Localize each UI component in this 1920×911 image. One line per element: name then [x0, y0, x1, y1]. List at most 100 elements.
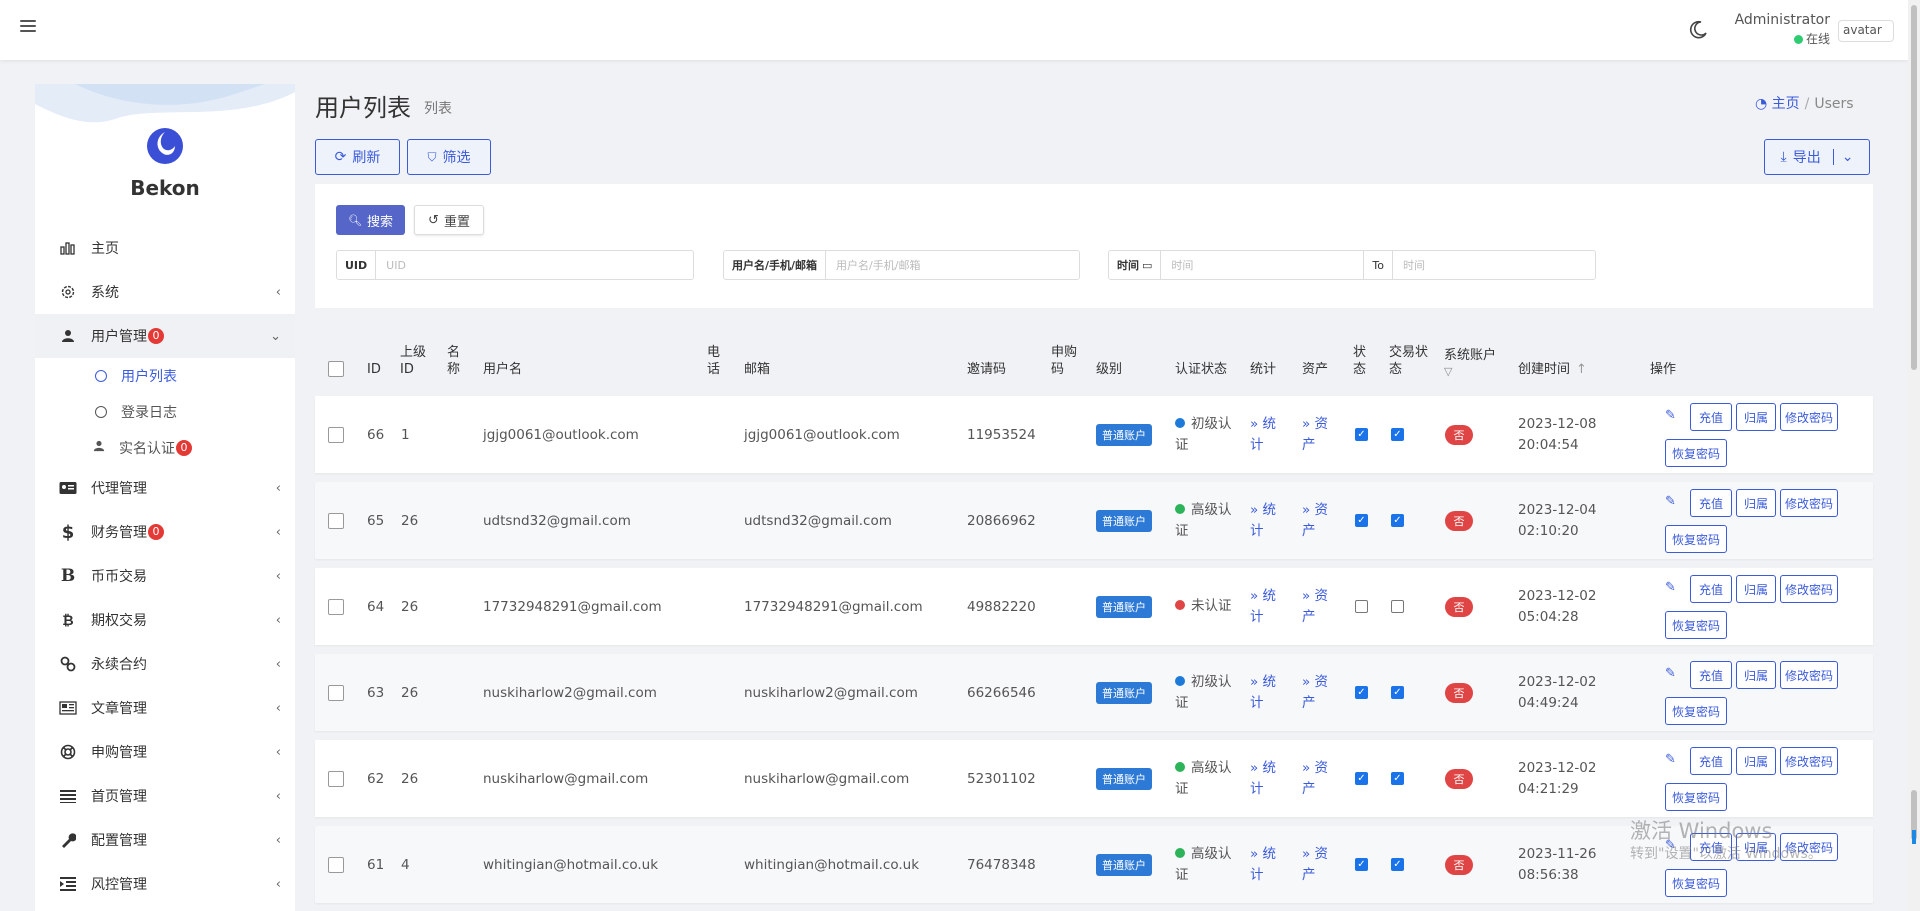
- recharge-button[interactable]: 充值: [1690, 489, 1732, 517]
- stats-link[interactable]: » 统计: [1250, 500, 1286, 541]
- th-created[interactable]: 创建时间 ↑: [1518, 330, 1587, 390]
- th-email[interactable]: 邮箱: [744, 330, 770, 390]
- edit-pencil-icon[interactable]: ✎: [1665, 666, 1679, 681]
- trade-status-checkbox[interactable]: ✓: [1391, 686, 1404, 699]
- th-id[interactable]: ID: [367, 330, 381, 390]
- funnel-icon[interactable]: ▽: [1444, 365, 1452, 379]
- reset-password-button[interactable]: 恢复密码: [1665, 611, 1727, 639]
- th-invite[interactable]: 邀请码: [967, 330, 1006, 390]
- change-password-button[interactable]: 修改密码: [1780, 747, 1838, 775]
- stats-link[interactable]: » 统计: [1250, 586, 1286, 627]
- owner-button[interactable]: 归属: [1736, 747, 1776, 775]
- th-trade-status[interactable]: 交易状态: [1389, 330, 1429, 390]
- sidebar-subitem-real-name-auth[interactable]: 实名认证 0: [35, 430, 295, 466]
- status-checkbox[interactable]: [1355, 600, 1368, 613]
- sidebar-item-subscription[interactable]: 申购管理 ‹: [35, 730, 295, 774]
- avatar[interactable]: avatar: [1838, 20, 1894, 42]
- assets-link[interactable]: » 资产: [1302, 758, 1338, 799]
- status-checkbox[interactable]: ✓: [1355, 686, 1368, 699]
- th-parent-id[interactable]: 上级ID: [400, 330, 430, 390]
- stats-link[interactable]: » 统计: [1250, 758, 1286, 799]
- sidebar-item-perpetual[interactable]: 永续合约 ‹: [35, 642, 295, 686]
- th-auth[interactable]: 认证状态: [1175, 330, 1227, 390]
- page-scrollbar[interactable]: [1908, 0, 1920, 911]
- search-button[interactable]: 🔍︎ 搜索: [336, 205, 405, 235]
- owner-button[interactable]: 归属: [1736, 489, 1776, 517]
- filter-button[interactable]: ⛉ 筛选: [407, 139, 491, 175]
- th-system-account[interactable]: 系统账户 ▽: [1444, 330, 1496, 390]
- sidebar-item-risk-control[interactable]: 风控管理 ‹: [35, 862, 295, 906]
- th-level[interactable]: 级别: [1096, 330, 1122, 390]
- row-checkbox[interactable]: [328, 598, 344, 615]
- change-password-button[interactable]: 修改密码: [1780, 489, 1838, 517]
- assets-link[interactable]: » 资产: [1302, 844, 1338, 885]
- sidebar-item-config[interactable]: 配置管理 ‹: [35, 818, 295, 862]
- dark-mode-moon-icon[interactable]: [1688, 20, 1708, 40]
- reset-button[interactable]: ↺ 重置: [414, 205, 484, 235]
- stats-link[interactable]: » 统计: [1250, 414, 1286, 455]
- edit-pencil-icon[interactable]: ✎: [1665, 752, 1679, 767]
- trade-status-checkbox[interactable]: ✓: [1391, 858, 1404, 871]
- th-name[interactable]: 名称: [447, 330, 463, 390]
- hamburger-menu-icon[interactable]: [20, 18, 36, 34]
- stats-link[interactable]: » 统计: [1250, 844, 1286, 885]
- assets-link[interactable]: » 资产: [1302, 586, 1338, 627]
- assets-link[interactable]: » 资产: [1302, 414, 1338, 455]
- th-username[interactable]: 用户名: [483, 330, 522, 390]
- reset-password-button[interactable]: 恢复密码: [1665, 869, 1727, 897]
- sidebar-item-agent-management[interactable]: 代理管理 ‹: [35, 466, 295, 510]
- row-checkbox[interactable]: [328, 512, 344, 529]
- owner-button[interactable]: 归属: [1736, 661, 1776, 689]
- time-start-input[interactable]: 时间: [1161, 251, 1365, 279]
- assets-link[interactable]: » 资产: [1302, 672, 1338, 713]
- owner-button[interactable]: 归属: [1736, 575, 1776, 603]
- change-password-button[interactable]: 修改密码: [1780, 575, 1838, 603]
- sidebar-subitem-user-list[interactable]: 用户列表: [35, 358, 295, 394]
- edit-pencil-icon[interactable]: ✎: [1665, 494, 1679, 509]
- trade-status-checkbox[interactable]: ✓: [1391, 514, 1404, 527]
- sidebar-item-home[interactable]: 主页: [35, 226, 295, 270]
- reset-password-button[interactable]: 恢复密码: [1665, 697, 1727, 725]
- export-button[interactable]: ⤓ 导出 ⌄: [1764, 139, 1870, 175]
- change-password-button[interactable]: 修改密码: [1780, 661, 1838, 689]
- th-stats[interactable]: 统计: [1250, 330, 1276, 390]
- row-checkbox[interactable]: [328, 426, 344, 443]
- row-checkbox[interactable]: [328, 770, 344, 787]
- change-password-button[interactable]: 修改密码: [1780, 403, 1838, 431]
- status-checkbox[interactable]: ✓: [1355, 428, 1368, 441]
- status-checkbox[interactable]: ✓: [1355, 772, 1368, 785]
- sidebar-item-user-management[interactable]: 用户管理 0 ⌄: [35, 314, 295, 358]
- status-checkbox[interactable]: ✓: [1355, 858, 1368, 871]
- trade-status-checkbox[interactable]: [1391, 600, 1404, 613]
- owner-button[interactable]: 归属: [1736, 403, 1776, 431]
- th-status[interactable]: 状态: [1353, 330, 1367, 390]
- refresh-button[interactable]: ⟳ 刷新: [315, 139, 400, 175]
- recharge-button[interactable]: 充值: [1690, 661, 1732, 689]
- th-phone[interactable]: 电话: [707, 330, 723, 390]
- row-checkbox[interactable]: [328, 684, 344, 701]
- stats-link[interactable]: » 统计: [1250, 672, 1286, 713]
- select-all-checkbox[interactable]: [328, 330, 344, 390]
- recharge-button[interactable]: 充值: [1690, 747, 1732, 775]
- row-checkbox[interactable]: [328, 856, 344, 873]
- sidebar-item-articles[interactable]: 文章管理 ‹: [35, 686, 295, 730]
- sidebar-item-system[interactable]: 系统 ‹: [35, 270, 295, 314]
- user-info[interactable]: Administrator 在线: [1730, 12, 1830, 47]
- assets-link[interactable]: » 资产: [1302, 500, 1338, 541]
- th-assets[interactable]: 资产: [1302, 330, 1328, 390]
- reset-password-button[interactable]: 恢复密码: [1665, 439, 1727, 467]
- sidebar-subitem-login-log[interactable]: 登录日志: [35, 394, 295, 430]
- edit-pencil-icon[interactable]: ✎: [1665, 580, 1679, 595]
- sidebar-item-finance[interactable]: $ 财务管理 0 ‹: [35, 510, 295, 554]
- recharge-button[interactable]: 充值: [1690, 403, 1732, 431]
- sidebar-item-homepage[interactable]: 首页管理 ‹: [35, 774, 295, 818]
- time-end-input[interactable]: 时间: [1393, 251, 1595, 279]
- breadcrumb-home[interactable]: 主页: [1772, 96, 1800, 112]
- sidebar-item-spot-trading[interactable]: B 币币交易 ‹: [35, 554, 295, 598]
- edit-pencil-icon[interactable]: ✎: [1665, 408, 1679, 423]
- reset-password-button[interactable]: 恢复密码: [1665, 525, 1727, 553]
- recharge-button[interactable]: 充值: [1690, 575, 1732, 603]
- user-input[interactable]: 用户名/手机/邮箱: [826, 251, 1079, 279]
- status-checkbox[interactable]: ✓: [1355, 514, 1368, 527]
- trade-status-checkbox[interactable]: ✓: [1391, 772, 1404, 785]
